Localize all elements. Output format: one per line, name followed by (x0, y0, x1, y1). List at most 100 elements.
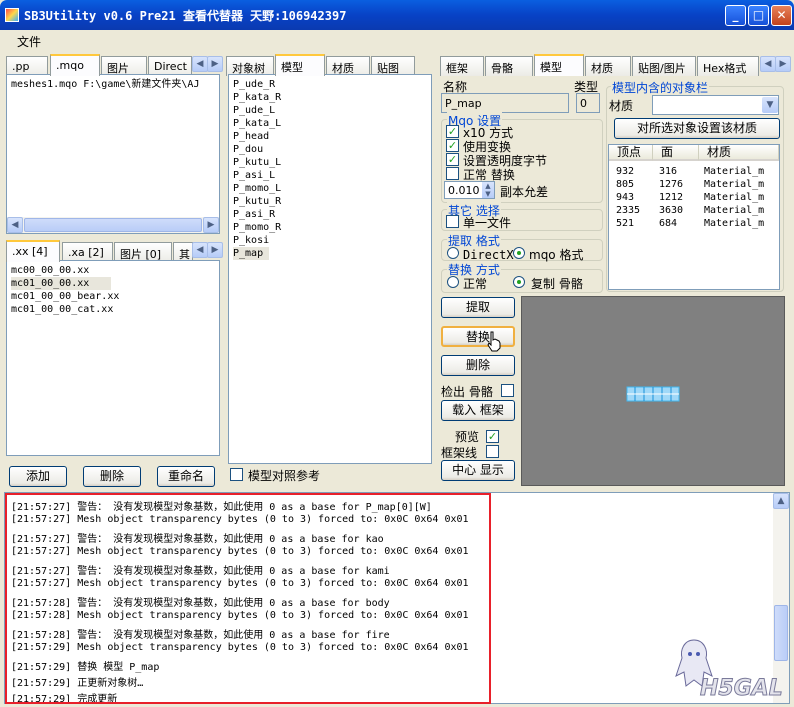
normal-replace-checkbox[interactable] (446, 167, 459, 180)
delete-button[interactable]: 删除 (441, 355, 515, 376)
chevron-down-icon[interactable]: ▼ (762, 97, 778, 113)
tab-texture[interactable]: 贴图 (371, 56, 415, 76)
horizontal-scrollbar[interactable]: ◀ ▶ (7, 217, 219, 233)
tab-pp[interactable]: .pp (6, 56, 48, 76)
scroll-thumb[interactable] (24, 218, 202, 232)
xx-file-list[interactable]: mc00_00_00.xx mc01_00_00.xx mc01_00_00_b… (6, 260, 220, 456)
menu-file[interactable]: 文件 (17, 33, 41, 50)
list-item[interactable]: P_kutu_L (233, 156, 281, 169)
directx-radio[interactable] (447, 247, 459, 259)
preview-checkbox[interactable]: ✓ (486, 430, 499, 443)
list-item[interactable]: meshes1.mqo F:\game\新建文件夹\AJ (11, 78, 199, 91)
preview-viewport[interactable] (521, 296, 785, 486)
tab-object-tree[interactable]: 对象树 (226, 56, 274, 76)
detect-bone-checkbox[interactable] (501, 384, 514, 397)
copy-bone-radio[interactable] (513, 276, 525, 288)
menu-bar: 文件 (0, 30, 794, 50)
list-item-selected[interactable]: P_map (233, 247, 270, 260)
load-frame-button[interactable]: 载入 框架 (441, 400, 515, 421)
tab-material[interactable]: 材质 (326, 56, 370, 76)
scroll-thumb[interactable] (774, 605, 788, 661)
tab-scroll-left-icon[interactable]: ◀ (760, 56, 776, 72)
cell-face: 3630 (659, 205, 684, 216)
tab-material-right[interactable]: 材质 (585, 56, 631, 76)
list-item[interactable]: P_momo_R (233, 221, 281, 234)
tab-model-right[interactable]: 模型 (534, 54, 584, 76)
model-reference-checkbox[interactable] (230, 468, 243, 481)
cell-material: Material_m (704, 192, 765, 203)
list-item[interactable]: mc01_00_00_cat.xx (11, 303, 113, 316)
rename-button[interactable]: 重命名 (157, 466, 215, 487)
tab-xx[interactable]: .xx [4] (6, 240, 60, 262)
tab-frame[interactable]: 框架 (440, 56, 484, 76)
model-object-list[interactable]: P_ude_R P_kata_R P_ude_L P_kata_L P_head… (228, 74, 432, 464)
extract-button[interactable]: 提取 (441, 297, 515, 318)
use-transform-checkbox[interactable]: ✓ (446, 139, 459, 152)
spinner-arrows-icon[interactable]: ▲ ▼ (482, 182, 494, 198)
list-item[interactable]: P_dou (233, 143, 263, 156)
list-item[interactable]: P_kata_L (233, 117, 281, 130)
type-field[interactable]: 0 (576, 93, 600, 113)
vertical-scrollbar[interactable]: ▲ (773, 493, 789, 703)
tab-mqo[interactable]: .mqo (50, 54, 100, 76)
list-item[interactable]: P_kosi (233, 234, 269, 247)
list-item[interactable]: P_kutu_R (233, 195, 281, 208)
minimize-button[interactable]: _ (725, 5, 746, 26)
list-item[interactable]: mc01_00_00_bear.xx (11, 290, 119, 303)
material-dropdown[interactable] (652, 95, 779, 115)
mqo-file-list[interactable]: meshes1.mqo F:\game\新建文件夹\AJ ◀ ▶ (6, 74, 220, 234)
set-material-button[interactable]: 对所选对象设置该材质 (614, 118, 780, 139)
tab-scroll-right-icon[interactable]: ▶ (207, 56, 223, 72)
mqo-format-radio[interactable] (513, 247, 525, 259)
single-file-checkbox[interactable] (446, 215, 459, 228)
tab-bone[interactable]: 骨骼 (485, 56, 533, 76)
center-view-button[interactable]: 中心 显示 (441, 460, 515, 481)
replace-normal-radio[interactable] (447, 276, 459, 288)
column-header-face[interactable]: 面 (653, 145, 699, 161)
scroll-left-icon[interactable]: ◀ (7, 217, 23, 233)
copy-bone-label: 复制 骨骼 (531, 277, 583, 291)
list-item[interactable]: P_momo_L (233, 182, 281, 195)
tab-direct[interactable]: Direct (148, 56, 192, 76)
tab-scroll-right-icon[interactable]: ▶ (207, 242, 223, 258)
delete-file-button[interactable]: 删除 (83, 466, 141, 487)
maximize-button[interactable]: □ (748, 5, 769, 26)
tab-model[interactable]: 模型 (275, 54, 325, 76)
tolerance-label: 副本允差 (500, 185, 549, 199)
name-field[interactable]: P_map (441, 93, 569, 113)
tab-scroll-right-icon[interactable]: ▶ (775, 56, 791, 72)
title-bar[interactable]: SB3Utility v0.6 Pre21 查看代替器 天野:106942397… (0, 0, 794, 30)
tab-scroll-left-icon[interactable]: ◀ (192, 242, 208, 258)
list-item[interactable]: P_kata_R (233, 91, 281, 104)
object-table[interactable]: 顶点 面 材质 932 316 Material_m 805 1276 Mate… (608, 144, 780, 290)
window-title: SB3Utility v0.6 Pre21 查看代替器 天野:106942397 (24, 9, 347, 23)
tab-other[interactable]: 其 (173, 242, 193, 262)
column-header-vertex[interactable]: 顶点 (609, 145, 653, 161)
close-button[interactable]: ✕ (771, 5, 792, 26)
wireframe-checkbox[interactable] (486, 445, 499, 458)
single-file-label: 单一文件 (463, 216, 512, 230)
list-item-selected[interactable]: mc01_00_00.xx (11, 277, 112, 290)
tab-images[interactable]: 图片 (101, 56, 147, 76)
scroll-up-icon[interactable]: ▲ (773, 493, 789, 509)
column-header-material[interactable]: 材质 (699, 145, 779, 161)
add-button[interactable]: 添加 (9, 466, 67, 487)
list-item[interactable]: P_ude_L (233, 104, 275, 117)
scroll-right-icon[interactable]: ▶ (203, 217, 219, 233)
transparency-checkbox[interactable]: ✓ (446, 153, 459, 166)
cell-material: Material_m (704, 218, 765, 229)
tab-scroll-left-icon[interactable]: ◀ (192, 56, 208, 72)
tab-hex-format[interactable]: Hex格式 (697, 56, 759, 76)
tab-images-count[interactable]: 图片 [0] (114, 242, 172, 262)
list-item[interactable]: P_head (233, 130, 269, 143)
list-item[interactable]: P_asi_R (233, 208, 275, 221)
list-item[interactable]: P_ude_R (233, 78, 275, 91)
tab-xa[interactable]: .xa [2] (62, 242, 113, 262)
list-item[interactable]: mc00_00_00.xx (11, 264, 89, 277)
cell-vertex: 521 (616, 218, 635, 229)
list-item[interactable]: P_asi_L (233, 169, 275, 182)
replace-button[interactable]: 替换 (441, 326, 515, 347)
x10-checkbox[interactable]: ✓ (446, 125, 459, 138)
cell-material: Material_m (704, 205, 765, 216)
tab-texture-image[interactable]: 贴图/图片 (632, 56, 696, 76)
